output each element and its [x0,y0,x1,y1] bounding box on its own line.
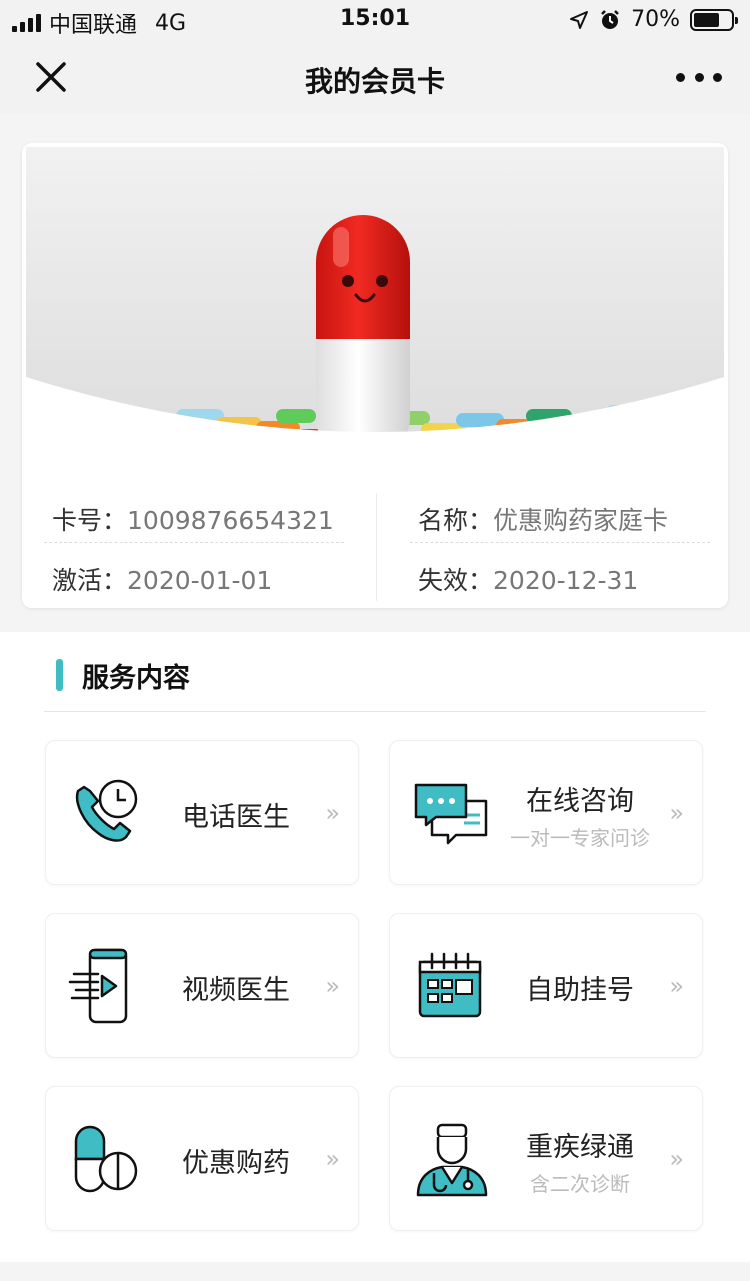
dot-icon [694,72,704,82]
card-info: 卡号：1009876654321 激活：2020-01-01 名称：优惠购药家庭… [22,483,728,603]
card-name-row: 名称：优惠购药家庭卡 [410,483,710,543]
service-tile-self-registration[interactable]: 自助挂号 » [389,913,703,1058]
doctor-icon [416,1123,488,1197]
page-title: 我的会员卡 [304,65,445,98]
chevron-right-icon: » [669,972,684,1000]
location-arrow-icon [570,10,589,29]
status-bar: 中国联通 4G 15:01 70% [0,0,750,40]
service-tile-video-doctor[interactable]: 视频医生 » [45,913,359,1058]
capsule-mascot [316,215,410,457]
section-accent-bar [56,659,63,691]
card-expire-row: 失效：2020-12-31 [410,543,710,603]
tile-text: 重疾绿通 含二次诊断 [500,1125,660,1197]
card-expire-label: 失效： [418,566,494,595]
card-activate-value: 2020-01-01 [127,566,273,595]
section-header: 服务内容 [44,632,706,712]
chevron-right-icon: » [325,972,340,1000]
pill-capsule-icon [74,1125,138,1193]
card-activate-label: 激活： [52,566,128,595]
service-tile-online-consult[interactable]: 在线咨询 一对一专家问诊 » [389,740,703,885]
alarm-clock-icon [601,9,619,29]
tile-text: 自助挂号 [500,968,660,1007]
phone-clock-icon [75,779,138,842]
section-title: 服务内容 [82,663,190,694]
service-tile-critical-illness[interactable]: 重疾绿通 含二次诊断 » [389,1086,703,1231]
tile-text: 优惠购药 [156,1141,316,1180]
card-info-right: 名称：优惠购药家庭卡 失效：2020-12-31 [410,483,710,603]
chat-bubbles-icon [414,783,488,845]
dot-icon [713,72,722,82]
chevron-right-icon: » [669,1145,684,1173]
tile-subtitle: 含二次诊断 [530,1172,630,1196]
chevron-right-icon: » [669,799,684,827]
tile-subtitle: 一对一专家问诊 [510,826,650,850]
service-tile-discount-medicine[interactable]: 优惠购药 » [45,1086,359,1231]
chevron-right-icon: » [325,799,340,827]
tile-title: 视频医生 [182,975,290,1006]
card-number-label: 卡号： [52,506,128,535]
tile-title: 电话医生 [182,802,290,833]
status-right: 70% [569,7,738,32]
calendar-icon [418,952,482,1018]
membership-card: 卡号：1009876654321 激活：2020-01-01 名称：优惠购药家庭… [22,143,728,608]
battery-icon [690,8,738,31]
card-name-label: 名称： [418,506,494,535]
services-section: 服务内容 电话医生 » 在线咨询 一对一专家问诊 » 视频医生 » 自助挂号 »… [0,632,750,1262]
video-phone-icon [68,948,128,1024]
battery-percent: 70% [631,7,680,32]
dot-icon [676,72,685,82]
card-expire-value: 2020-12-31 [493,566,639,595]
card-banner-image [26,147,724,457]
tile-text: 视频医生 [156,968,316,1007]
card-info-left: 卡号：1009876654321 激活：2020-01-01 [44,483,344,603]
card-name-value: 优惠购药家庭卡 [493,506,669,535]
card-number-row: 卡号：1009876654321 [44,483,344,543]
nav-bar: 我的会员卡 [0,40,750,114]
tile-title: 自助挂号 [526,975,634,1006]
service-tile-phone-doctor[interactable]: 电话医生 » [45,740,359,885]
chevron-right-icon: » [325,1145,340,1173]
tile-text: 在线咨询 一对一专家问诊 [500,779,660,851]
tile-text: 电话医生 [156,795,316,834]
battery-fill [694,12,720,27]
tile-title: 优惠购药 [182,1148,290,1179]
more-button[interactable] [676,62,722,92]
tile-title: 重疾绿通 [526,1132,634,1163]
card-number-value: 1009876654321 [127,506,334,535]
bottom-strip [0,1262,750,1281]
card-info-divider [376,493,377,601]
card-activate-row: 激活：2020-01-01 [44,543,344,603]
tile-title: 在线咨询 [526,786,634,817]
